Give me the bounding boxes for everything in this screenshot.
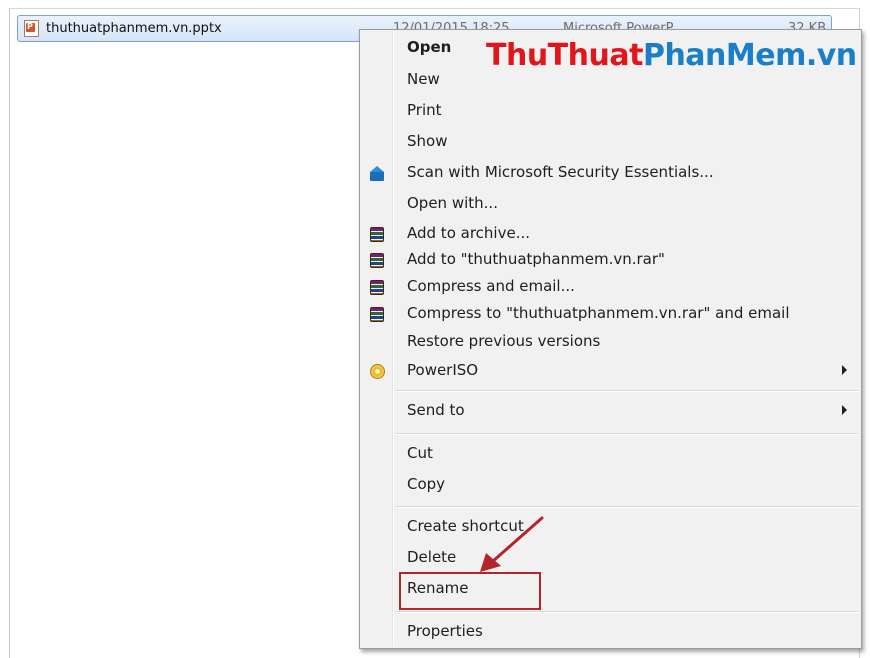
menu-item-scan[interactable]: Scan with Microsoft Security Essentials.… bbox=[362, 159, 859, 188]
menu-item-delete[interactable]: Delete bbox=[362, 544, 859, 573]
menu-item-label: Restore previous versions bbox=[407, 332, 601, 350]
menu-item-label: Open with... bbox=[407, 194, 498, 212]
menu-separator bbox=[396, 506, 858, 508]
chevron-right-icon bbox=[842, 365, 847, 375]
menu-item-open-with[interactable]: Open with... bbox=[362, 190, 859, 219]
menu-item-compress-rar-email[interactable]: Compress to "thuthuatphanmem.vn.rar" and… bbox=[362, 300, 859, 329]
winrar-icon bbox=[370, 280, 384, 295]
menu-item-add-to-archive[interactable]: Add to archive... bbox=[362, 220, 859, 249]
chevron-right-icon bbox=[842, 405, 847, 415]
menu-item-label: Open bbox=[407, 38, 452, 56]
menu-item-label: Delete bbox=[407, 548, 457, 566]
menu-item-label: Show bbox=[407, 132, 448, 150]
menu-item-label: Add to archive... bbox=[407, 224, 530, 242]
microsoft-security-essentials-icon bbox=[368, 166, 386, 182]
menu-separator bbox=[396, 611, 858, 613]
annotation-arrow-icon bbox=[480, 516, 544, 572]
menu-separator bbox=[396, 390, 858, 392]
menu-item-compress-email[interactable]: Compress and email... bbox=[362, 273, 859, 302]
menu-item-print[interactable]: Print bbox=[362, 97, 859, 126]
menu-item-label: New bbox=[407, 70, 440, 88]
menu-item-cut[interactable]: Cut bbox=[362, 440, 859, 469]
winrar-icon bbox=[370, 253, 384, 268]
poweriso-icon bbox=[370, 364, 385, 379]
winrar-icon bbox=[370, 307, 384, 322]
menu-separator bbox=[396, 433, 858, 435]
menu-item-label: Cut bbox=[407, 444, 433, 462]
menu-item-label: PowerISO bbox=[407, 361, 479, 379]
rename-highlight-box bbox=[399, 572, 541, 610]
watermark-logo: ThuThuatPhanMem.vn bbox=[486, 38, 857, 73]
file-name: thuthuatphanmem.vn.pptx bbox=[46, 21, 222, 36]
menu-item-create-shortcut[interactable]: Create shortcut bbox=[362, 513, 859, 542]
menu-item-label: Scan with Microsoft Security Essentials.… bbox=[407, 163, 714, 181]
menu-item-label: Copy bbox=[407, 475, 446, 493]
menu-item-label: Print bbox=[407, 101, 442, 119]
context-menu: Open New Print Show Scan with Microsoft … bbox=[359, 29, 862, 649]
winrar-icon bbox=[370, 227, 384, 242]
menu-item-label: Add to "thuthuatphanmem.vn.rar" bbox=[407, 250, 665, 268]
watermark-part-a: ThuThuat bbox=[486, 38, 643, 73]
menu-item-copy[interactable]: Copy bbox=[362, 471, 859, 500]
menu-item-label: Compress and email... bbox=[407, 277, 575, 295]
menu-item-add-to-rar[interactable]: Add to "thuthuatphanmem.vn.rar" bbox=[362, 246, 859, 275]
menu-item-label: Properties bbox=[407, 622, 483, 640]
menu-item-poweriso[interactable]: PowerISO bbox=[362, 357, 859, 386]
menu-item-show[interactable]: Show bbox=[362, 128, 859, 157]
menu-item-restore-versions[interactable]: Restore previous versions bbox=[362, 328, 859, 357]
menu-item-properties[interactable]: Properties bbox=[362, 618, 859, 647]
menu-item-label: Compress to "thuthuatphanmem.vn.rar" and… bbox=[407, 304, 790, 322]
watermark-part-b: PhanMem.vn bbox=[642, 38, 857, 73]
menu-item-send-to[interactable]: Send to bbox=[362, 397, 859, 426]
menu-item-label: Send to bbox=[407, 401, 465, 419]
powerpoint-file-icon bbox=[24, 20, 39, 37]
